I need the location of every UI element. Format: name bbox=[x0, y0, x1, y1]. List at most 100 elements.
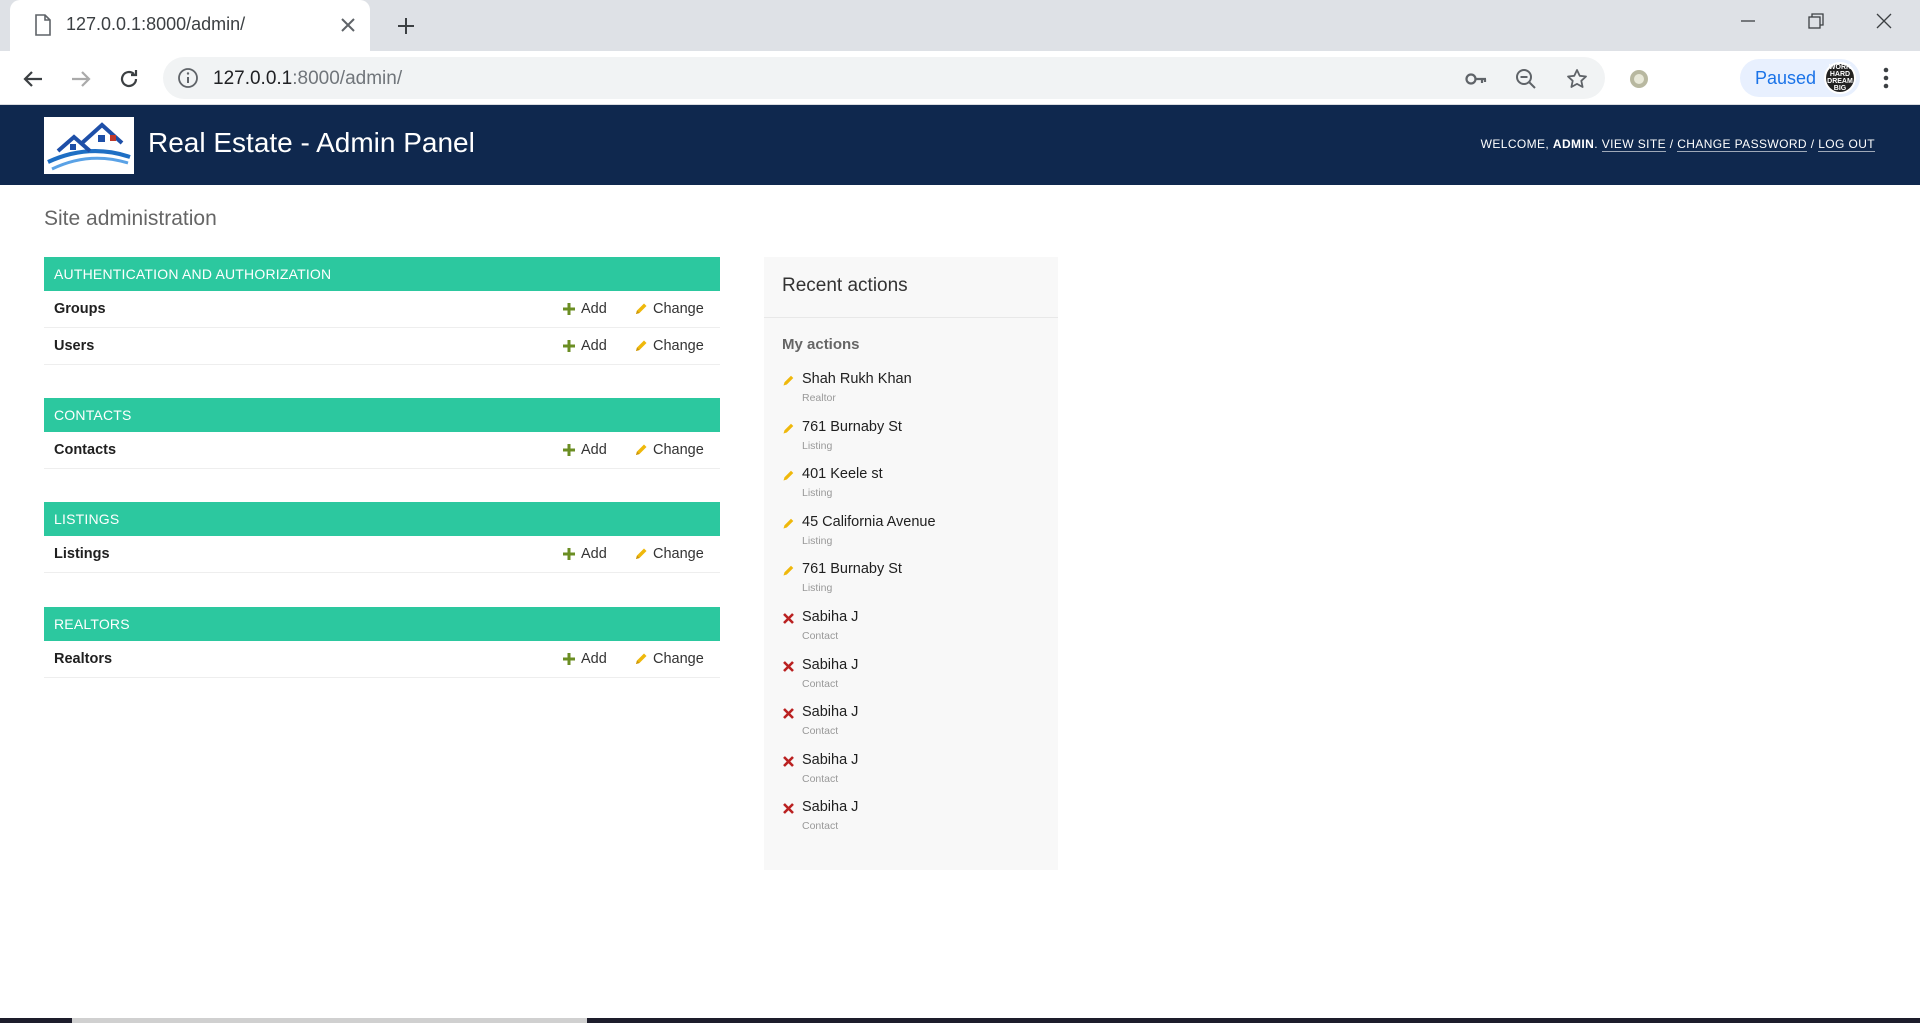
new-tab-icon[interactable] bbox=[392, 12, 420, 40]
recent-action-link[interactable]: 45 California Avenue bbox=[802, 514, 936, 530]
log-out-link[interactable]: LOG OUT bbox=[1818, 137, 1875, 152]
site-logo[interactable] bbox=[44, 117, 134, 174]
module-caption[interactable]: AUTHENTICATION AND AUTHORIZATION bbox=[44, 257, 720, 291]
pencil-icon bbox=[636, 653, 647, 664]
browser-tabstrip: 127.0.0.1:8000/admin/ bbox=[0, 0, 1920, 51]
model-link-realtors[interactable]: Realtors bbox=[54, 651, 112, 667]
plus-icon bbox=[563, 303, 575, 315]
module-contacts: CONTACTS Contacts Add Change bbox=[44, 398, 720, 469]
pencil-icon bbox=[783, 566, 794, 576]
recent-action-link[interactable]: 761 Burnaby St bbox=[802, 419, 902, 435]
recent-action-item: 45 California Avenue Listing bbox=[782, 514, 1052, 562]
back-icon[interactable] bbox=[16, 62, 50, 96]
module-caption[interactable]: REALTORS bbox=[44, 607, 720, 641]
zoom-out-icon[interactable] bbox=[1513, 66, 1539, 92]
change-button[interactable]: Change bbox=[634, 338, 704, 354]
my-actions-heading: My actions bbox=[782, 336, 860, 353]
recent-action-type: Listing bbox=[802, 582, 833, 595]
key-icon[interactable] bbox=[1463, 66, 1489, 92]
change-button[interactable]: Change bbox=[634, 546, 704, 562]
add-label: Add bbox=[581, 301, 607, 317]
address-bar[interactable]: 127.0.0.1:8000/admin/ bbox=[163, 57, 1605, 99]
change-button[interactable]: Change bbox=[634, 442, 704, 458]
add-button[interactable]: Add bbox=[562, 651, 607, 667]
module-caption[interactable]: CONTACTS bbox=[44, 398, 720, 432]
pencil-icon bbox=[636, 444, 647, 455]
delete-x-icon bbox=[783, 708, 794, 720]
add-button[interactable]: Add bbox=[562, 338, 607, 354]
recent-action-type: Contact bbox=[802, 677, 839, 690]
browser-toolbar: 127.0.0.1:8000/admin/ Paused WORK HARD D… bbox=[0, 51, 1920, 105]
tab-title: 127.0.0.1:8000/admin/ bbox=[66, 14, 246, 34]
url-text: 127.0.0.1:8000/admin/ bbox=[213, 68, 402, 90]
module-realtors: REALTORS Realtors Add Change bbox=[44, 607, 720, 678]
recent-action-item: Sabiha J Contact bbox=[782, 752, 1052, 800]
divider bbox=[764, 317, 1058, 318]
recent-action-type: Listing bbox=[802, 439, 833, 452]
delete-x-icon bbox=[783, 755, 794, 767]
close-tab-icon[interactable] bbox=[336, 13, 360, 37]
model-row-contacts: Contacts Add Change bbox=[44, 432, 720, 469]
add-button[interactable]: Add bbox=[562, 442, 607, 458]
add-label: Add bbox=[581, 546, 607, 562]
page-title: Site administration bbox=[44, 207, 217, 230]
profile-button[interactable]: Paused WORK HARD DREAM BIG bbox=[1740, 59, 1860, 97]
model-link-users[interactable]: Users bbox=[54, 338, 94, 354]
recent-action-item: 761 Burnaby St Listing bbox=[782, 561, 1052, 609]
recent-action-link[interactable]: 401 Keele st bbox=[802, 466, 883, 482]
change-button[interactable]: Change bbox=[634, 651, 704, 667]
admin-header: Real Estate - Admin Panel WELCOME, ADMIN… bbox=[0, 105, 1920, 185]
minimize-icon[interactable] bbox=[1714, 0, 1782, 42]
change-button[interactable]: Change bbox=[634, 301, 704, 317]
site-title[interactable]: Real Estate - Admin Panel bbox=[148, 127, 475, 159]
delete-x-icon bbox=[783, 613, 794, 624]
pencil-icon bbox=[783, 423, 794, 434]
username: ADMIN bbox=[1552, 137, 1595, 151]
bookmark-star-icon[interactable] bbox=[1564, 66, 1590, 92]
model-link-contacts[interactable]: Contacts bbox=[54, 442, 116, 458]
recent-action-type: Contact bbox=[802, 820, 839, 833]
reload-icon[interactable] bbox=[112, 62, 146, 96]
module-caption[interactable]: LISTINGS bbox=[44, 502, 720, 536]
recent-action-type: Realtor bbox=[802, 392, 836, 404]
recent-action-item: Sabiha J Contact bbox=[782, 609, 1052, 657]
taskbar-strip bbox=[0, 1018, 1920, 1023]
recent-action-link[interactable]: 761 Burnaby St bbox=[802, 561, 902, 577]
model-link-listings[interactable]: Listings bbox=[54, 546, 110, 562]
recent-action-link: Sabiha J bbox=[802, 656, 859, 673]
url-path: :8000/admin/ bbox=[292, 68, 403, 89]
browser-tab[interactable]: 127.0.0.1:8000/admin/ bbox=[10, 0, 370, 51]
url-host: 127.0.0.1 bbox=[213, 68, 293, 89]
change-password-link[interactable]: CHANGE PASSWORD bbox=[1677, 137, 1807, 152]
profile-status: Paused bbox=[1755, 68, 1817, 88]
recent-action-link: Sabiha J bbox=[802, 799, 859, 816]
plus-icon bbox=[563, 653, 575, 665]
change-label: Change bbox=[653, 338, 704, 354]
recent-action-item: 761 Burnaby St Listing bbox=[782, 419, 1052, 467]
action-list: Shah Rukh Khan Realtor 761 Burnaby St Listi… bbox=[782, 371, 1052, 847]
recent-action-link[interactable]: Shah Rukh Khan bbox=[802, 371, 912, 387]
recent-action-item: 401 Keele st Listing bbox=[782, 466, 1052, 514]
more-menu-icon[interactable] bbox=[1872, 64, 1900, 92]
add-label: Add bbox=[581, 442, 607, 458]
model-link-groups[interactable]: Groups bbox=[54, 301, 106, 317]
recent-action-item: Sabiha J Contact bbox=[782, 657, 1052, 705]
site-info-icon[interactable] bbox=[177, 67, 199, 89]
plus-icon bbox=[563, 340, 575, 352]
view-site-link[interactable]: VIEW SITE bbox=[1601, 137, 1666, 152]
pencil-icon bbox=[783, 470, 794, 481]
add-button[interactable]: Add bbox=[562, 546, 607, 562]
forward-icon[interactable] bbox=[64, 62, 98, 96]
pencil-icon bbox=[783, 518, 794, 529]
delete-x-icon bbox=[783, 660, 794, 672]
pencil-icon bbox=[636, 303, 647, 314]
change-label: Change bbox=[653, 301, 704, 317]
restore-icon[interactable] bbox=[1782, 0, 1850, 42]
close-window-icon[interactable] bbox=[1850, 0, 1918, 42]
pencil-icon bbox=[636, 340, 647, 351]
add-button[interactable]: Add bbox=[562, 301, 607, 317]
pencil-icon bbox=[636, 548, 647, 559]
extension-icon[interactable] bbox=[1628, 68, 1650, 90]
model-row-groups: Groups Add Change bbox=[44, 291, 720, 328]
add-label: Add bbox=[581, 338, 607, 354]
